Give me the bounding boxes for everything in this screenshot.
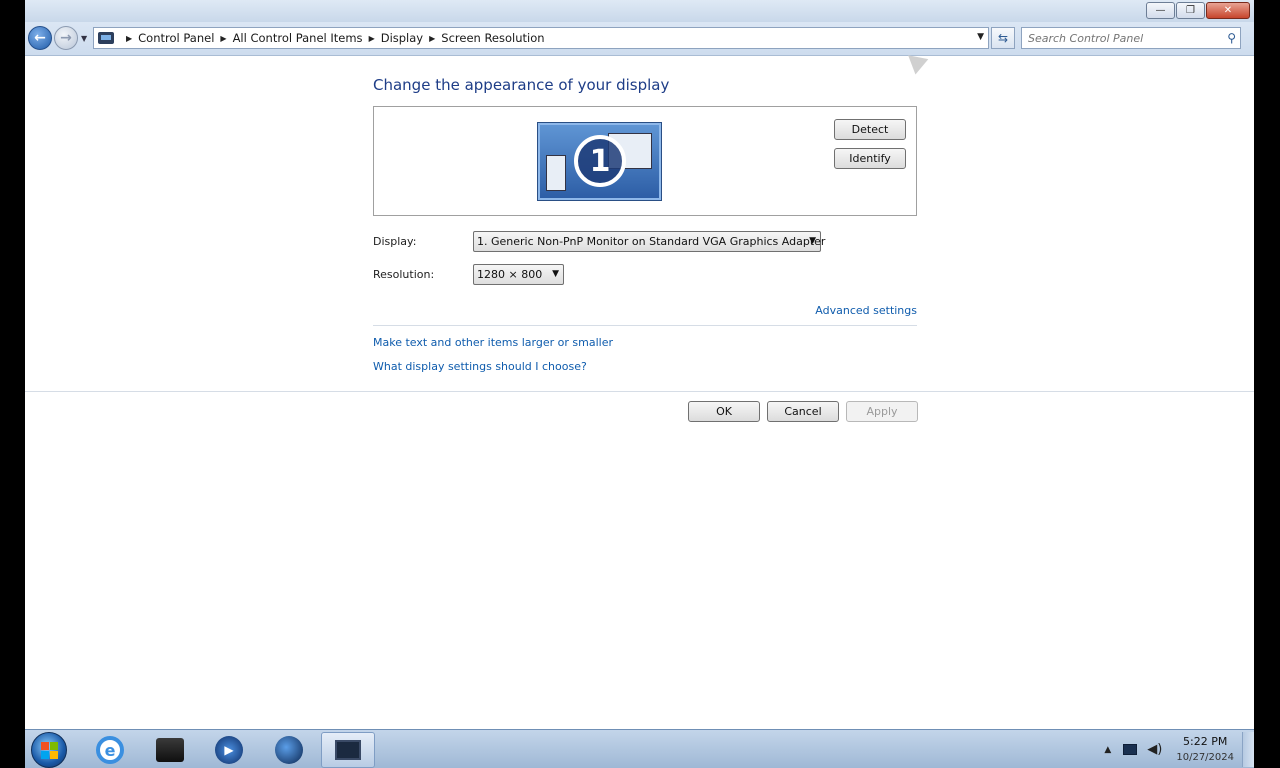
display-select-value: 1. Generic Non-PnP Monitor on Standard V… bbox=[477, 235, 826, 248]
clock-date: 10/27/2024 bbox=[1176, 751, 1234, 763]
windows-logo-icon bbox=[40, 741, 58, 759]
cancel-button[interactable]: Cancel bbox=[767, 401, 839, 422]
minimize-button[interactable]: — bbox=[1146, 2, 1175, 19]
close-button[interactable]: ✕ bbox=[1206, 2, 1250, 19]
chevron-down-icon: ▼ bbox=[552, 269, 559, 279]
taskbar-display-settings[interactable] bbox=[321, 732, 375, 768]
volume-icon[interactable]: ◀) bbox=[1147, 742, 1162, 757]
recent-pages-dropdown-icon[interactable]: ▼ bbox=[81, 34, 87, 43]
apply-button: Apply bbox=[846, 401, 918, 422]
divider bbox=[373, 325, 917, 326]
system-tray: ▲ ◀) 5:22 PM 10/27/2024 bbox=[1104, 730, 1234, 768]
display-preview-panel: 1 Detect Identify bbox=[373, 106, 917, 216]
breadcrumb-display[interactable]: Display bbox=[381, 31, 423, 45]
text-size-link[interactable]: Make text and other items larger or smal… bbox=[373, 336, 613, 349]
clock-time: 5:22 PM bbox=[1183, 734, 1228, 748]
search-icon[interactable]: ⚲ bbox=[1227, 31, 1236, 45]
ok-button[interactable]: OK bbox=[688, 401, 760, 422]
detect-button[interactable]: Detect bbox=[834, 119, 906, 140]
back-arrow-icon: ← bbox=[34, 30, 46, 46]
search-box[interactable]: ⚲ bbox=[1021, 27, 1241, 49]
monitor-number-badge: 1 bbox=[574, 135, 626, 187]
forward-arrow-icon: → bbox=[60, 30, 72, 46]
taskbar-folder[interactable] bbox=[143, 732, 197, 768]
resolution-select[interactable]: 1280 × 800 ▼ bbox=[473, 264, 564, 285]
display-label: Display: bbox=[373, 235, 417, 248]
display-select[interactable]: 1. Generic Non-PnP Monitor on Standard V… bbox=[473, 231, 825, 252]
preview-window-icon bbox=[546, 155, 566, 191]
search-input[interactable] bbox=[1028, 31, 1208, 45]
taskbar: e ▶ ▲ ◀) 5:22 PM 10/27/2024 bbox=[25, 729, 1254, 768]
breadcrumb-control-panel[interactable]: Control Panel bbox=[138, 31, 214, 45]
navigation-bar: ← → ▼ ▶ Control Panel ▶ All Control Pane… bbox=[25, 22, 1254, 56]
resolution-label: Resolution: bbox=[373, 268, 435, 281]
chevron-down-icon: ▼ bbox=[809, 236, 816, 246]
clock[interactable]: 5:22 PM 10/27/2024 bbox=[1176, 734, 1234, 766]
breadcrumb-separator-icon[interactable]: ▶ bbox=[126, 34, 132, 43]
window-controls: — ❐ ✕ bbox=[1145, 2, 1250, 19]
resolution-select-value: 1280 × 800 bbox=[477, 268, 543, 281]
internet-explorer-icon: e bbox=[96, 736, 124, 764]
breadcrumb-all-items[interactable]: All Control Panel Items bbox=[233, 31, 363, 45]
globe-icon bbox=[275, 736, 303, 764]
taskbar-globe[interactable] bbox=[262, 732, 316, 768]
refresh-button[interactable]: ⇆ bbox=[991, 27, 1015, 49]
monitor-1-thumbnail[interactable]: 1 bbox=[538, 123, 661, 200]
refresh-icon: ⇆ bbox=[997, 31, 1009, 45]
show-hidden-icons-icon[interactable]: ▲ bbox=[1104, 745, 1111, 755]
network-icon[interactable] bbox=[1123, 744, 1138, 755]
forward-button[interactable]: → bbox=[54, 26, 78, 50]
title-bar: — ❐ ✕ bbox=[25, 0, 1254, 22]
breadcrumb-separator-icon[interactable]: ▶ bbox=[429, 34, 435, 43]
identify-button[interactable]: Identify bbox=[834, 148, 906, 169]
footer-divider bbox=[25, 391, 1254, 392]
taskbar-internet-explorer[interactable]: e bbox=[83, 732, 137, 768]
display-settings-icon bbox=[335, 740, 361, 760]
folder-icon bbox=[156, 738, 184, 762]
breadcrumb-separator-icon[interactable]: ▶ bbox=[220, 34, 226, 43]
address-bar[interactable]: ▶ Control Panel ▶ All Control Panel Item… bbox=[93, 27, 989, 49]
show-desktop-button[interactable] bbox=[1242, 732, 1254, 767]
advanced-settings-link[interactable]: Advanced settings bbox=[815, 304, 917, 317]
display-help-link[interactable]: What display settings should I choose? bbox=[373, 360, 587, 373]
control-panel-icon bbox=[98, 32, 114, 44]
media-player-icon: ▶ bbox=[215, 736, 243, 764]
start-button[interactable] bbox=[31, 732, 67, 768]
breadcrumb-separator-icon[interactable]: ▶ bbox=[369, 34, 375, 43]
screen-resolution-window: — ❐ ✕ ← → ▼ ▶ Control Panel ▶ All Contro… bbox=[25, 0, 1254, 768]
maximize-button[interactable]: ❐ bbox=[1176, 2, 1205, 19]
breadcrumb-screen-resolution[interactable]: Screen Resolution bbox=[441, 31, 544, 45]
address-history-dropdown-icon[interactable]: ▼ bbox=[977, 32, 984, 42]
taskbar-media-player[interactable]: ▶ bbox=[202, 732, 256, 768]
page-title: Change the appearance of your display bbox=[373, 76, 670, 94]
back-button[interactable]: ← bbox=[28, 26, 52, 50]
